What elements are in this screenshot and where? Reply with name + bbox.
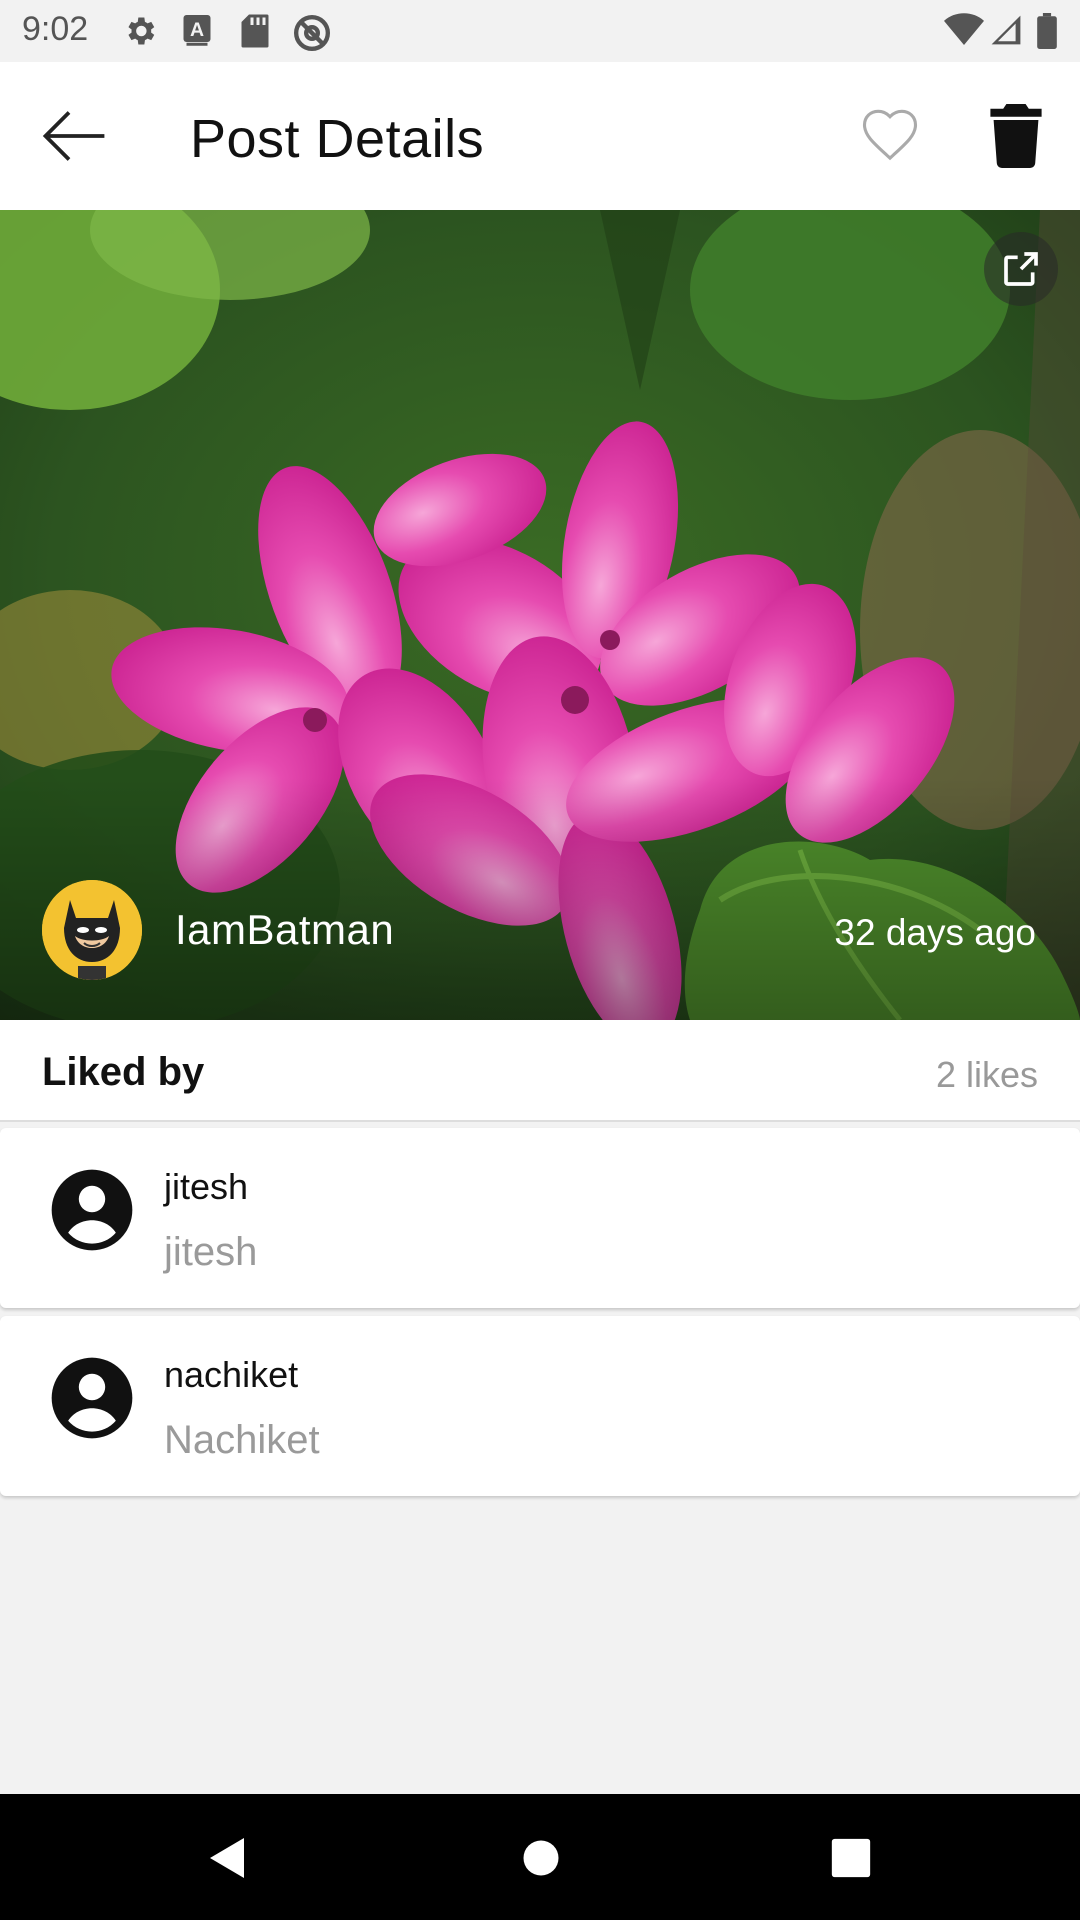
batman-avatar-icon [42,880,142,980]
sd-card-icon [241,14,269,48]
status-time: 9:02 [22,10,89,48]
keyboard-a-icon: A [183,15,211,46]
like-username: nachiket [164,1354,299,1395]
pink-flower-photo [0,210,1080,1020]
account-circle-icon [51,1169,133,1251]
likes-count: 2 likes [935,1054,1038,1095]
navigation-bar [0,1794,1080,1920]
account-circle-icon [51,1357,133,1439]
status-bar: 9:02 A [0,0,1080,62]
avatar[interactable] [42,880,142,980]
nav-back-icon[interactable] [204,1834,252,1882]
post-image[interactable]: IamBatman 32 days ago [0,210,1080,1020]
nav-recents-icon[interactable] [828,1834,874,1882]
post-timestamp: 32 days ago [834,912,1036,953]
open-external-icon [1004,252,1038,286]
liked-by-label: Liked by [42,1050,205,1094]
at-sign-icon [294,15,330,51]
app-bar: Post Details [0,62,1080,210]
heart-outline-icon[interactable] [856,100,924,168]
arrow-back-icon[interactable] [36,98,112,174]
like-username: jitesh [164,1166,249,1207]
trash-icon[interactable] [990,104,1042,168]
author-name[interactable]: IamBatman [175,906,394,954]
open-external-button[interactable] [984,232,1058,306]
list-item[interactable]: jitesh jitesh [0,1128,1080,1308]
like-fullname: Nachiket [164,1418,320,1462]
like-fullname: jitesh [164,1230,258,1274]
svg-text:A: A [190,19,204,41]
page-title: Post Details [190,109,485,169]
settings-icon [128,17,155,45]
signal-icon [991,15,1021,45]
list-item[interactable]: nachiket Nachiket [0,1316,1080,1496]
liked-by-header: Liked by 2 likes [0,1020,1080,1122]
wifi-icon [944,13,984,46]
nav-home-icon[interactable] [520,1834,562,1882]
battery-icon [1037,13,1057,49]
